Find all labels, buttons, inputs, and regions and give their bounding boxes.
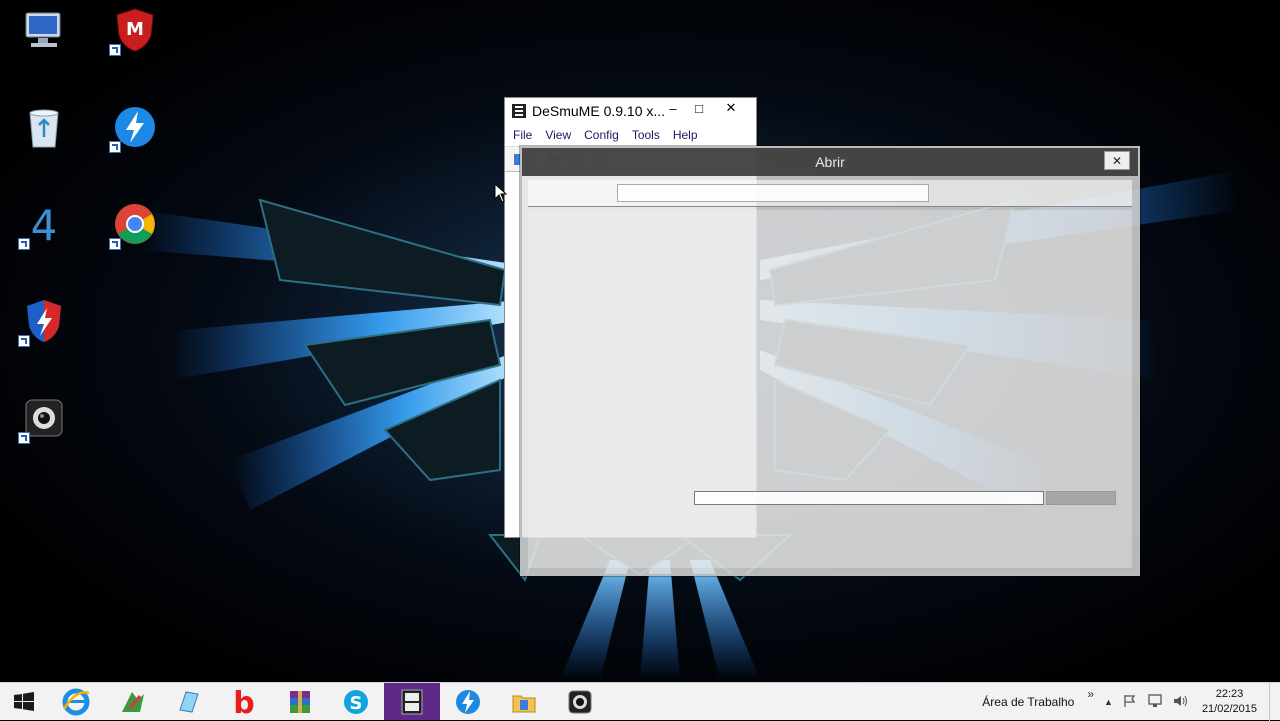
open-dialog-path-field[interactable] (617, 184, 929, 202)
taskbar-clock[interactable]: 22:23 21/02/2015 (1202, 687, 1257, 717)
volume-icon[interactable] (1173, 694, 1189, 711)
desmume-app-icon (512, 104, 526, 118)
taskbar-internet-explorer[interactable] (48, 683, 104, 720)
taskbar-bing[interactable]: b (216, 683, 272, 720)
open-dialog-file-list[interactable] (528, 210, 1132, 568)
svg-text:M: M (126, 19, 144, 40)
network-icon[interactable] (1147, 693, 1163, 711)
start-icon (14, 691, 34, 711)
four-app-icon[interactable]: 4 (14, 194, 74, 254)
taskbar-paint[interactable] (104, 683, 160, 720)
desmume-titlebar[interactable]: DeSmuME 0.9.10 x... – □ ✕ (505, 98, 756, 124)
menu-tools[interactable]: Tools (632, 128, 660, 142)
taskbar-skype[interactable]: S (328, 683, 384, 720)
chrome-icon[interactable] (105, 194, 165, 254)
system-tray: Área de Trabalho » ▲ 22:23 21/02/2015 (982, 683, 1280, 721)
open-file-dialog[interactable]: Abrir ✕ (520, 146, 1140, 576)
lightning-app-icon (456, 689, 480, 714)
file-explorer-icon (512, 695, 536, 712)
svg-text:S: S (350, 693, 363, 714)
mcafee-icon[interactable]: M (105, 0, 165, 60)
menu-view[interactable]: View (545, 128, 571, 142)
taskbar: b S Área de Trabalho » ▲ 22:23 21/02/201… (0, 682, 1280, 721)
mouse-pointer-icon (494, 183, 508, 203)
desmume-icon (401, 689, 423, 714)
menu-config[interactable]: Config (584, 128, 619, 142)
menu-file[interactable]: File (513, 128, 532, 142)
desmume-title: DeSmuME 0.9.10 x... (532, 103, 666, 119)
toolbar-chevron-icon[interactable]: » (1087, 687, 1094, 701)
open-dialog-filename-input[interactable] (694, 491, 1044, 505)
computer-icon[interactable] (14, 0, 74, 60)
open-dialog-close-button[interactable]: ✕ (1104, 151, 1130, 170)
minimize-button[interactable]: – (659, 98, 687, 118)
bing-app-icon: b (233, 688, 254, 716)
taskbar-file-explorer[interactable] (496, 683, 552, 720)
webcam-app-icon[interactable] (14, 388, 74, 448)
open-dialog-filetype-select[interactable] (1046, 491, 1116, 505)
open-dialog-title: Abrir (815, 154, 845, 170)
taskbar-lightning-app[interactable] (440, 683, 496, 720)
show-desktop-button[interactable] (1269, 683, 1280, 721)
clock-date: 21/02/2015 (1201, 703, 1257, 715)
action-center-flag-icon[interactable] (1123, 694, 1137, 711)
taskbar-desmume[interactable] (384, 683, 440, 720)
lightning-app-icon[interactable] (105, 97, 165, 157)
taskbar-winrar[interactable] (272, 683, 328, 720)
open-dialog-titlebar[interactable]: Abrir ✕ (522, 148, 1138, 176)
notepad-app-icon (179, 690, 199, 713)
desktop-toolbar-label[interactable]: Área de Trabalho (982, 695, 1074, 709)
shield-app-icon[interactable] (14, 291, 74, 351)
clock-time: 22:23 (1215, 688, 1244, 700)
start-button[interactable] (0, 683, 48, 720)
show-hidden-icons-button[interactable]: ▲ (1104, 697, 1113, 707)
menu-help[interactable]: Help (673, 128, 698, 142)
svg-text:b: b (233, 688, 254, 716)
skype-icon: S (344, 689, 368, 714)
recycle-bin-icon[interactable] (14, 97, 74, 157)
svg-text:4: 4 (31, 202, 58, 246)
maximize-button[interactable]: □ (685, 98, 713, 118)
desmume-menubar: File View Config Tools Help (505, 124, 756, 146)
webcam-app-icon (568, 690, 592, 713)
open-dialog-address-bar (528, 180, 1132, 207)
taskbar-notepad[interactable] (160, 683, 216, 720)
paint-app-icon (122, 691, 144, 712)
close-button[interactable]: ✕ (717, 98, 745, 118)
winrar-icon (290, 690, 310, 713)
taskbar-webcam-app[interactable] (552, 683, 608, 720)
internet-explorer-icon (62, 688, 90, 715)
